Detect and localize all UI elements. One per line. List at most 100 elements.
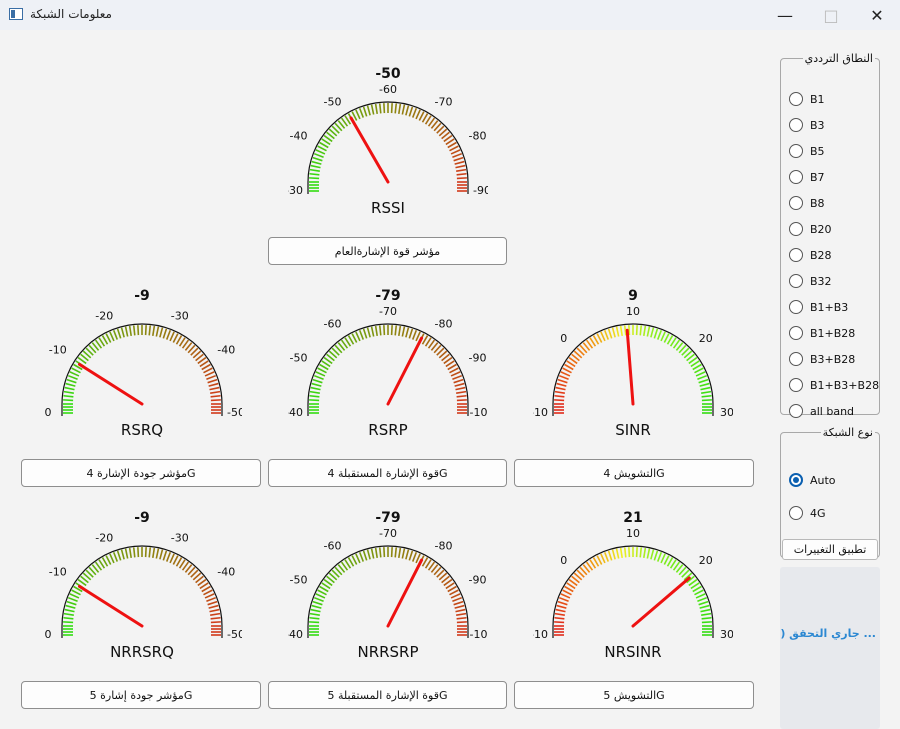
- nrsinr-tick: [619, 547, 623, 558]
- rssi-tick: [456, 168, 467, 172]
- band-radio-label: B3: [810, 118, 825, 132]
- radio-circle-icon[interactable]: [789, 170, 803, 184]
- rssi-tick: [411, 107, 418, 118]
- rssi-tick-label: -80: [469, 130, 487, 143]
- radio-circle-icon[interactable]: [789, 92, 803, 106]
- band-radio[interactable]: B20: [789, 220, 832, 238]
- rssi-tick: [398, 103, 402, 114]
- band-radio[interactable]: B28: [789, 246, 832, 264]
- band-radio[interactable]: B1+B3+B28: [789, 376, 879, 394]
- sinr-value: 9: [628, 288, 638, 304]
- rssi-tick: [355, 109, 361, 120]
- rssi-button[interactable]: مؤشر قوة الإشارةالعام: [268, 237, 507, 265]
- band-radio[interactable]: B1: [789, 90, 825, 108]
- nrsinr-tick: [555, 608, 566, 613]
- band-radio[interactable]: B1+B28: [789, 324, 855, 342]
- minimize-icon[interactable]: —: [762, 0, 808, 30]
- radio-circle-icon[interactable]: [789, 352, 803, 366]
- nrrsrq-tick: [208, 604, 219, 609]
- status-text: جاري التحقق (11) ...: [780, 627, 876, 640]
- sinr-gauge-svg: 9 -10 0 10 20 30 SINR: [533, 288, 733, 439]
- radio-circle-icon[interactable]: [789, 118, 803, 132]
- network-type-radio[interactable]: 4G: [789, 504, 826, 522]
- rsrq-tick-label: 0: [45, 406, 52, 419]
- band-radio[interactable]: B3: [789, 116, 825, 134]
- rssi-tick-label: -50: [324, 95, 342, 108]
- sinr-tick: [596, 333, 603, 343]
- radio-circle-icon[interactable]: [789, 300, 803, 314]
- rssi-tick: [455, 164, 466, 169]
- radio-circle-icon[interactable]: [789, 506, 803, 520]
- rsrq-gauge-svg: -9 0 -10 -20 -30 -40 -50 RSRQ: [45, 288, 243, 439]
- maximize-icon[interactable]: □: [808, 0, 854, 30]
- sinr-button[interactable]: التشويش 4G: [514, 459, 754, 487]
- nrsinr-button[interactable]: التشويش 5G: [514, 681, 754, 709]
- nrrsrq-tick: [63, 616, 74, 620]
- rssi-tick: [456, 172, 467, 176]
- nrrsrq-button[interactable]: مؤشر جودة إشارة 5G: [21, 681, 261, 709]
- band-radio[interactable]: B7: [789, 168, 825, 186]
- radio-circle-icon[interactable]: [789, 326, 803, 340]
- band-radio[interactable]: B32: [789, 272, 832, 290]
- rssi-tick: [317, 145, 327, 152]
- band-radio[interactable]: B1+B3: [789, 298, 848, 316]
- radio-circle-icon[interactable]: [789, 378, 803, 392]
- radio-circle-icon[interactable]: [789, 473, 803, 487]
- nrrsrp-tick: [312, 600, 323, 606]
- nrsinr-tick: [554, 616, 565, 620]
- nrrsrp-tick: [453, 600, 464, 606]
- nrrsrq-tick: [155, 548, 160, 559]
- nrrsrq-tick: [162, 550, 168, 561]
- rsrq-tick: [65, 382, 76, 387]
- sinr-tick: [555, 386, 566, 391]
- nrsinr-tick: [554, 621, 565, 624]
- rssi-tick: [309, 172, 320, 176]
- rsrp-button[interactable]: قوة الإشارة المستقبلة 4G: [268, 459, 507, 487]
- nrsinr-tick: [554, 612, 565, 616]
- rssi-tick: [362, 106, 368, 117]
- band-radio-label: B1: [810, 92, 825, 106]
- nrrsrq-tick: [63, 612, 74, 616]
- band-radio-label: B1+B3: [810, 300, 849, 314]
- rsrq-value: -9: [134, 288, 150, 304]
- network-type-radio[interactable]: Auto: [789, 471, 836, 489]
- rssi-tick: [313, 152, 324, 159]
- radio-circle-icon[interactable]: [789, 196, 803, 210]
- band-radio-label: B7: [810, 170, 825, 184]
- nrrsrp-button[interactable]: قوة الإشارة المستقبلة 5G: [268, 681, 507, 709]
- radio-circle-icon[interactable]: [789, 404, 803, 418]
- nrrsrq-gauge-svg: -9 0 -10 -20 -30 -40 -50 NRRSRQ: [45, 510, 243, 661]
- radio-circle-icon[interactable]: [789, 144, 803, 158]
- apply-changes-button[interactable]: تطبيق التغييرات: [782, 539, 878, 560]
- rsrp-tick: [370, 326, 375, 337]
- nrsinr-tick: [611, 549, 616, 560]
- band-radio[interactable]: B3+B28: [789, 350, 855, 368]
- gauge-nrsinr: 21 -10 0 10 20 30 NRSINR: [533, 504, 733, 669]
- radio-circle-icon[interactable]: [789, 274, 803, 288]
- band-radio[interactable]: B5: [789, 142, 825, 160]
- radio-circle-icon[interactable]: [789, 248, 803, 262]
- nrrsrq-tick: [144, 547, 147, 558]
- rsrq-tick: [152, 325, 156, 336]
- rsrq-button[interactable]: مؤشر جودة الإشارة 4G: [21, 459, 261, 487]
- nrrsrp-tick: [449, 589, 459, 596]
- sinr-tick: [697, 374, 708, 381]
- rsrq-tick: [128, 325, 132, 336]
- rssi-tick-label: -60: [379, 83, 397, 96]
- rsrq-name: RSRQ: [121, 421, 163, 439]
- nrsinr-tick-label: 20: [699, 554, 713, 567]
- nrrsrp-tick: [454, 604, 465, 609]
- nrrsrp-tick: [394, 547, 398, 558]
- network-type-legend: نوع الشبكة: [822, 426, 873, 439]
- nrsinr-tick-label: -10: [533, 628, 548, 641]
- nrsinr-tick: [660, 553, 666, 564]
- sinr-tick: [639, 325, 643, 336]
- nrrsrq-tick: [204, 593, 215, 599]
- band-radio[interactable]: B8: [789, 194, 825, 212]
- radio-circle-icon[interactable]: [789, 222, 803, 236]
- nrsinr-tick: [607, 550, 613, 561]
- close-icon[interactable]: ✕: [854, 0, 900, 30]
- band-radio[interactable]: all band: [789, 402, 854, 420]
- nrrsrq-tick: [69, 593, 80, 599]
- rssi-tick: [378, 103, 382, 114]
